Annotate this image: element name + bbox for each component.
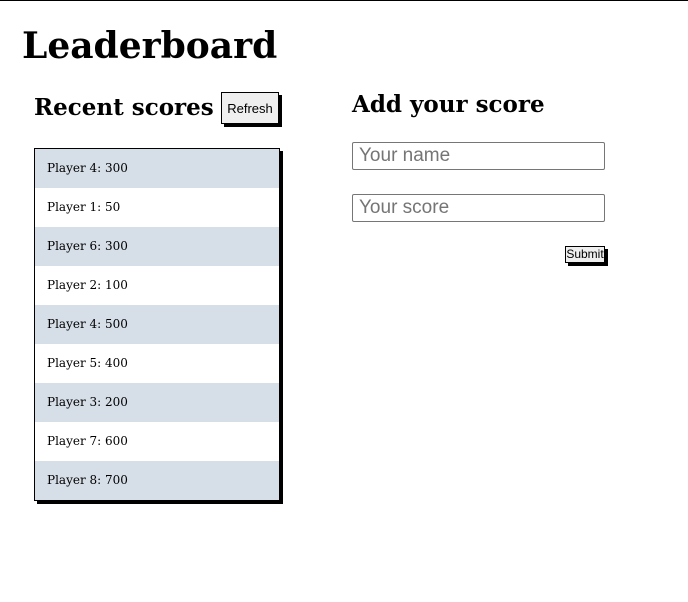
add-score-form: Add your score Submit xyxy=(352,90,612,263)
score-list-item: Player 3: 200 xyxy=(35,383,279,422)
score-list-item: Player 4: 300 xyxy=(35,149,279,188)
score-list-item: Player 5: 400 xyxy=(47,356,128,370)
top-divider xyxy=(0,0,688,1)
page-title: Leaderboard xyxy=(22,25,278,67)
score-list-item: Player 7: 600 xyxy=(47,434,128,448)
submit-button[interactable]: Submit xyxy=(565,246,605,263)
score-list-item: Player 2: 100 xyxy=(47,278,128,292)
refresh-button[interactable]: Refresh xyxy=(221,92,279,124)
recent-scores-panel: Recent scores Refresh Player 4: 300 Play… xyxy=(34,92,282,501)
score-list-item: Player 1: 50 xyxy=(47,200,121,214)
add-score-title: Add your score xyxy=(352,91,545,118)
score-list-item: Player 4: 500 xyxy=(35,305,279,344)
recent-scores-header: Recent scores Refresh xyxy=(34,92,282,128)
score-list-item: Player 6: 300 xyxy=(35,227,279,266)
score-list: Player 4: 300 Player 1: 50 Player 6: 300… xyxy=(34,148,280,501)
score-list-item: Player 8: 700 xyxy=(35,461,279,500)
recent-scores-title: Recent scores xyxy=(34,94,214,121)
name-input[interactable] xyxy=(352,142,605,170)
score-input[interactable] xyxy=(352,194,605,222)
